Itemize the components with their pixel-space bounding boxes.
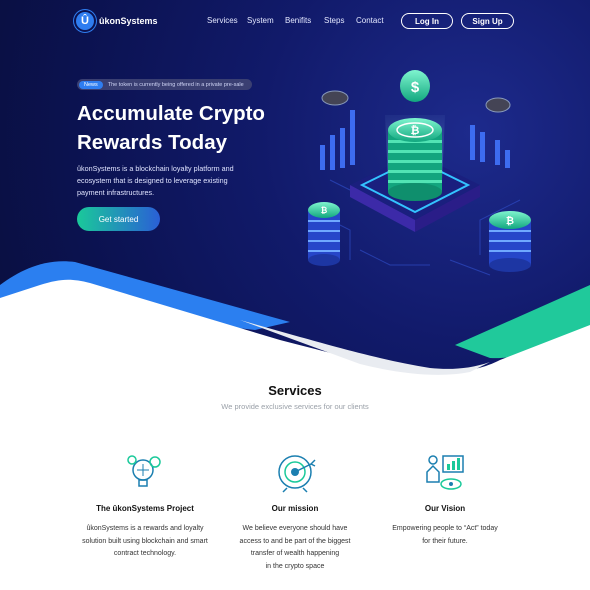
card-line: for their future. <box>422 537 468 545</box>
target-arrow-icon <box>278 455 316 493</box>
lightbulb-gears-icon <box>127 455 161 487</box>
nav-link-benifits[interactable]: Benifits <box>285 16 324 25</box>
card-line: access to and be part of the biggest <box>239 537 351 545</box>
service-card-vision: Our Vision Empowering people to “Act” to… <box>370 450 520 548</box>
nav-link-services[interactable]: Services <box>207 16 247 25</box>
card-title-mission: Our mission <box>271 504 319 513</box>
service-card-mission: Our mission We believe everyone should h… <box>220 450 370 573</box>
card-line: ûkonSystems is a rewards and loyalty <box>86 525 204 532</box>
hero-title-line-2: Rewards Today <box>77 131 227 154</box>
card-text-mission: We believe everyone should have access t… <box>220 523 370 573</box>
nav-links: Services System Benifits Steps Contact <box>207 16 392 25</box>
get-started-button[interactable]: Get started <box>77 207 160 231</box>
hero-title: Accumulate Crypto Rewards Today <box>77 99 307 157</box>
crypto-illustration: ₿ $ ₿ ₿ <box>308 70 531 276</box>
card-text-project: ûkonSystems is a rewards and loyalty sol… <box>70 523 220 561</box>
brand-logo[interactable]: Û ûkonSystems <box>76 12 158 30</box>
top-navigation: Û ûkonSystems Services System Benifits S… <box>0 0 590 42</box>
svg-text:$: $ <box>411 79 420 96</box>
card-line: solution built using blockchain and smar… <box>82 537 208 545</box>
hero-description: ûkonSystems is a blockchain loyalty plat… <box>77 163 267 199</box>
signup-button[interactable]: Sign Up <box>461 13 514 29</box>
hero-desc-line-3: payment infrastructures. <box>77 188 155 197</box>
svg-text:₿: ₿ <box>506 215 514 227</box>
hero-desc-line-1: ûkonSystems is a blockchain loyalty plat… <box>77 164 234 173</box>
news-badge: News <box>79 80 103 89</box>
vision-presenter-icon <box>426 455 464 490</box>
card-title-project: The ûkonSystems Project <box>96 504 194 513</box>
svg-text:₿: ₿ <box>321 206 328 215</box>
login-button[interactable]: Log In <box>401 13 453 29</box>
brand-name: ûkonSystems <box>99 16 158 26</box>
nav-link-contact[interactable]: Contact <box>356 16 392 25</box>
card-line: transfer of wealth happening <box>250 550 340 557</box>
logo-icon: Û <box>76 12 94 30</box>
card-line: in the crypto space <box>265 562 325 570</box>
card-title-vision: Our Vision <box>424 504 466 513</box>
nav-link-steps[interactable]: Steps <box>324 16 356 25</box>
card-line: Empowering people to “Act” today <box>392 525 498 532</box>
card-line: We believe everyone should have <box>242 525 348 532</box>
card-text-vision: Empowering people to “Act” today for the… <box>370 523 520 548</box>
news-text: The token is currently being offered in … <box>107 81 244 88</box>
hero-title-line-1: Accumulate Crypto <box>77 102 265 125</box>
services-title: Services <box>268 383 322 398</box>
hero-desc-line-2: ecosystem that is designed to leverage e… <box>77 176 228 185</box>
card-line: contract technology. <box>113 550 177 557</box>
services-subtitle: We provide exclusive services for our cl… <box>221 402 369 411</box>
nav-link-system[interactable]: System <box>247 16 285 25</box>
svg-text:₿: ₿ <box>411 125 420 137</box>
news-banner[interactable]: News The token is currently being offere… <box>77 79 252 90</box>
service-card-project: The ûkonSystems Project ûkonSystems is a… <box>70 450 220 561</box>
